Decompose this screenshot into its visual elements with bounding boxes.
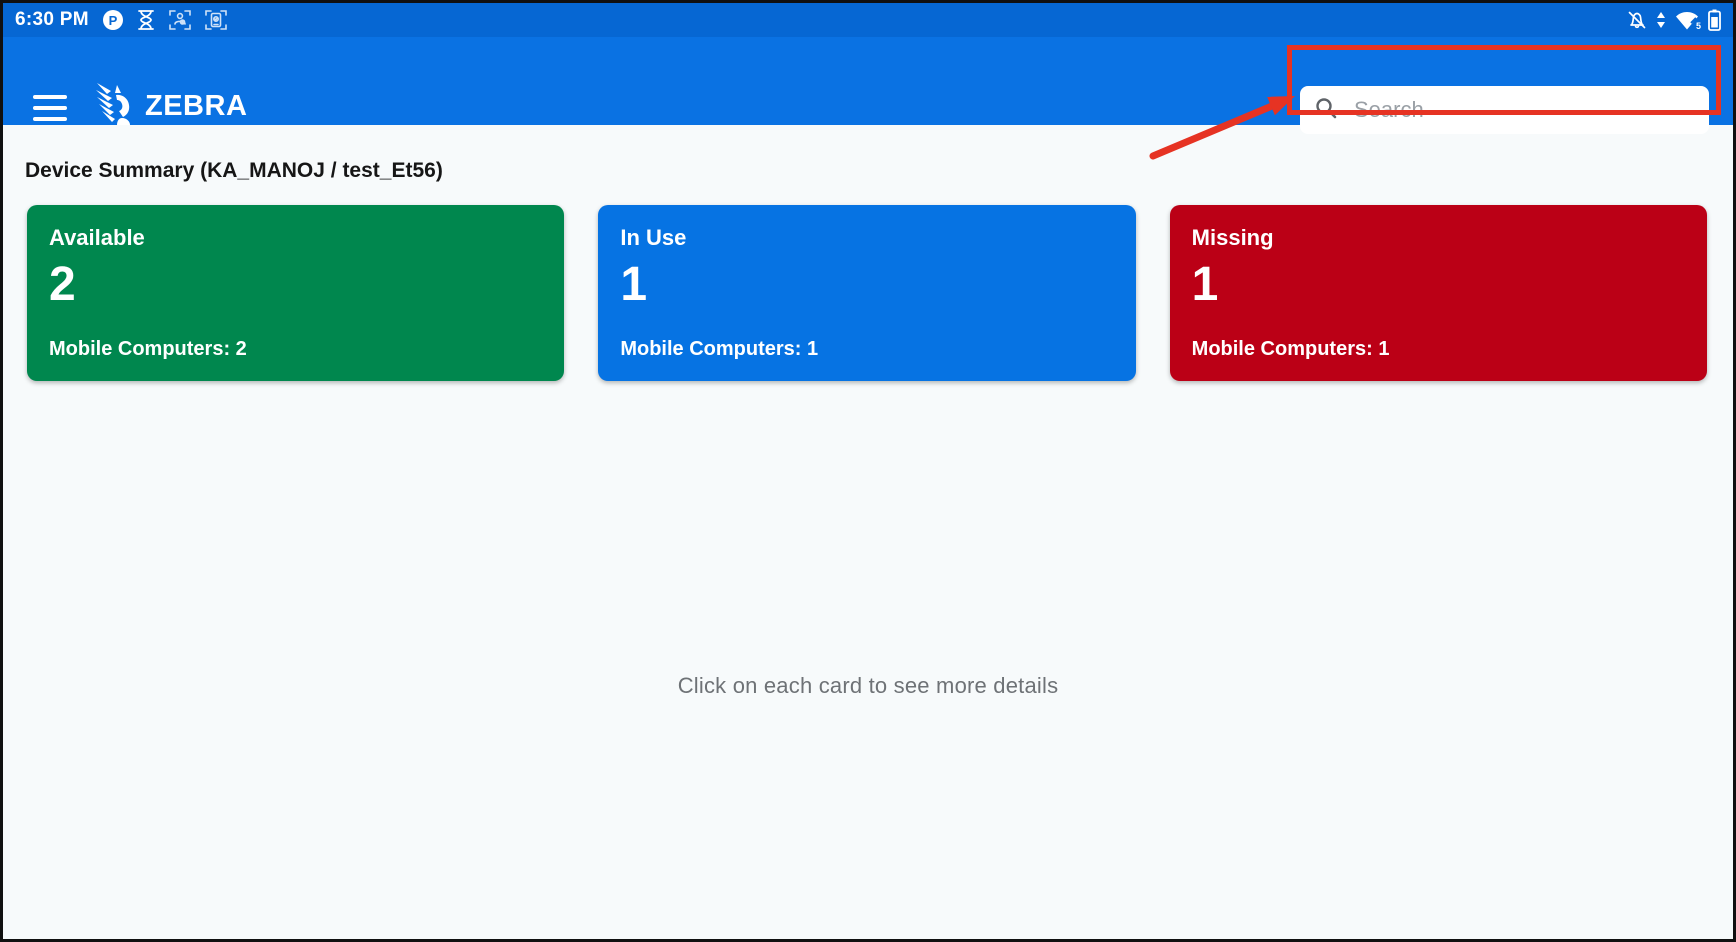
app-bar: ZEBRA [3, 37, 1733, 125]
card-subtitle: Mobile Computers: 1 [1192, 338, 1685, 361]
status-bar-right: 5 [1627, 9, 1721, 31]
data-transfer-icon [1656, 10, 1666, 30]
device-summary-cards: Available 2 Mobile Computers: 2 In Use 1… [27, 205, 1707, 381]
main-content: Device Summary (KA_MANOJ / test_Et56) Av… [3, 125, 1733, 939]
brand-name: ZEBRA [145, 90, 247, 123]
card-missing[interactable]: Missing 1 Mobile Computers: 1 [1170, 205, 1707, 381]
status-bar: 6:30 PM P [3, 3, 1733, 37]
battery-icon [1708, 9, 1721, 31]
card-count: 1 [620, 261, 1113, 309]
card-title: Missing [1192, 225, 1685, 251]
clock-text: 6:30 PM [15, 9, 89, 31]
card-title: Available [49, 225, 542, 251]
card-title: In Use [620, 225, 1113, 251]
wifi-icon: 5 [1675, 11, 1699, 30]
card-count: 2 [49, 261, 542, 309]
page-title: Device Summary (KA_MANOJ / test_Et56) [25, 159, 1733, 183]
search-input[interactable] [1354, 97, 1695, 123]
wifi-generation-label: 5 [1696, 21, 1701, 31]
device-capture-icon [205, 9, 227, 31]
hourglass-icon [137, 10, 155, 30]
card-in-use[interactable]: In Use 1 Mobile Computers: 1 [598, 205, 1135, 381]
menu-button[interactable] [33, 95, 67, 121]
status-bar-left: 6:30 PM P [15, 9, 227, 31]
search-icon [1314, 96, 1338, 125]
card-subtitle: Mobile Computers: 2 [49, 338, 542, 361]
hint-text: Click on each card to see more details [3, 673, 1733, 699]
card-count: 1 [1192, 261, 1685, 309]
card-available[interactable]: Available 2 Mobile Computers: 2 [27, 205, 564, 381]
card-subtitle: Mobile Computers: 1 [620, 338, 1113, 361]
app-screen: 6:30 PM P [0, 0, 1736, 942]
screen-share-capture-icon [169, 9, 191, 31]
data-saver-icon: P [103, 10, 123, 30]
notifications-off-icon [1627, 10, 1647, 30]
